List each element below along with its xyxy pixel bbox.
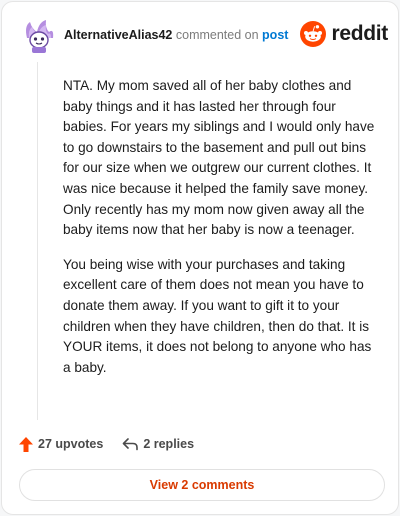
- commented-on-text: commented on: [175, 28, 259, 42]
- replies-button[interactable]: 2 replies: [122, 437, 194, 451]
- reddit-snoo-icon: [300, 21, 327, 47]
- comment-byline: AlternativeAlias42 commented on post: [64, 28, 288, 42]
- comment-header: AlternativeAlias42 commented on post red…: [16, 14, 388, 58]
- comment-body: NTA. My mom saved all of her baby clothe…: [63, 76, 381, 392]
- view-comments-button[interactable]: View 2 comments: [19, 469, 385, 501]
- comment-paragraph-1: NTA. My mom saved all of her baby clothe…: [63, 78, 375, 238]
- username-link[interactable]: AlternativeAlias42: [64, 28, 172, 42]
- reddit-wordmark: reddit: [331, 22, 388, 45]
- reddit-logo[interactable]: reddit: [300, 20, 388, 48]
- post-link[interactable]: post: [262, 28, 288, 42]
- avatar-icon: [26, 20, 54, 53]
- reply-count: 2 replies: [143, 437, 195, 451]
- comment-card: AlternativeAlias42 commented on post red…: [1, 1, 399, 515]
- reply-arrow-icon: [123, 438, 139, 451]
- thread-line[interactable]: [37, 62, 38, 420]
- upvote-count: 27 upvotes: [38, 437, 104, 451]
- upvote-button[interactable]: 27 upvotes: [19, 436, 104, 452]
- upvote-arrow-icon: [19, 436, 33, 452]
- comment-paragraph-2: You being wise with your purchases and t…: [63, 256, 372, 375]
- user-avatar[interactable]: [20, 16, 58, 54]
- comment-actions: 27 upvotes 2 replies: [19, 434, 194, 454]
